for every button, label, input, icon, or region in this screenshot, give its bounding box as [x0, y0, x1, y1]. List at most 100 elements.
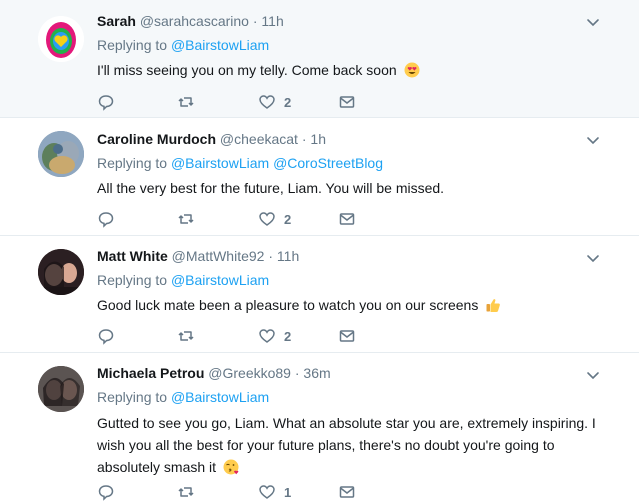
tweet-text: Good luck mate been a pleasure to watch … — [97, 295, 609, 315]
timestamp[interactable]: 1h — [310, 131, 326, 147]
reply-icon — [98, 485, 114, 501]
user-handle[interactable]: @MattWhite92 — [172, 248, 265, 264]
heart-icon — [259, 485, 275, 499]
mention-link[interactable]: @BairstowLiam — [171, 155, 269, 171]
reply-icon — [98, 212, 114, 228]
timestamp[interactable]: 11h — [261, 13, 283, 29]
display-name[interactable]: Sarah — [97, 13, 136, 29]
reply-icon — [98, 95, 114, 111]
mention-link[interactable]: @BairstowLiam — [171, 272, 269, 288]
separator-dot: · — [268, 248, 274, 264]
like-button[interactable]: 2 — [258, 209, 291, 229]
reply-feed: Sarah @sarahcascarino · 11h Replying to … — [0, 0, 639, 504]
mention-link[interactable]: @CoroStreetBlog — [273, 155, 383, 171]
replying-to: Replying to @BairstowLiam @CoroStreetBlo… — [97, 154, 609, 172]
reply-button[interactable] — [97, 482, 115, 502]
tweet[interactable]: Matt White @MattWhite92 · 11h Replying t… — [0, 236, 639, 353]
retweet-icon — [178, 487, 194, 497]
reply-button[interactable] — [97, 209, 115, 229]
mention-link[interactable]: @BairstowLiam — [171, 37, 269, 53]
mention-link[interactable]: @BairstowLiam — [171, 389, 269, 405]
avatar[interactable] — [38, 131, 84, 177]
display-name[interactable]: Caroline Murdoch — [97, 131, 216, 147]
separator-dot: · — [252, 13, 258, 29]
replying-to-label: Replying to — [97, 272, 168, 288]
timestamp[interactable]: 36m — [303, 365, 330, 381]
chevron-down-icon[interactable] — [585, 14, 601, 30]
message-button[interactable] — [338, 209, 356, 229]
replying-to-label: Replying to — [97, 389, 168, 405]
message-button[interactable] — [338, 326, 356, 346]
action-bar: 2 — [97, 92, 377, 112]
replying-to-label: Replying to — [97, 155, 168, 171]
replying-to-label: Replying to — [97, 37, 168, 53]
retweet-icon — [178, 331, 194, 341]
retweet-button[interactable] — [177, 482, 195, 502]
heart-eyes-emoji-icon — [404, 62, 420, 78]
tweet-text: I'll miss seeing you on my telly. Come b… — [97, 60, 609, 80]
like-button[interactable]: 2 — [258, 326, 291, 346]
retweet-button[interactable] — [177, 326, 195, 346]
display-name[interactable]: Michaela Petrou — [97, 365, 204, 381]
thumbs-up-emoji-icon — [486, 299, 501, 312]
replying-to: Replying to @BairstowLiam — [97, 388, 609, 406]
like-count: 1 — [284, 484, 292, 500]
retweet-icon — [178, 214, 194, 224]
like-count: 2 — [284, 211, 292, 227]
reply-button[interactable] — [97, 326, 115, 346]
envelope-icon — [339, 213, 355, 225]
user-photo-icon — [38, 131, 84, 177]
egg-avatar-icon — [38, 16, 84, 62]
tweet-header: Caroline Murdoch @cheekacat · 1h — [97, 130, 609, 148]
envelope-icon — [339, 96, 355, 108]
tweet-header: Sarah @sarahcascarino · 11h — [97, 12, 609, 30]
like-count: 2 — [284, 328, 292, 344]
user-handle[interactable]: @Greekko89 — [208, 365, 291, 381]
timestamp[interactable]: 11h — [277, 248, 299, 264]
retweet-button[interactable] — [177, 92, 195, 112]
user-handle[interactable]: @cheekacat — [220, 131, 298, 147]
tweet[interactable]: Caroline Murdoch @cheekacat · 1h Replyin… — [0, 118, 639, 236]
heart-icon — [259, 95, 275, 109]
retweet-icon — [178, 97, 194, 107]
chevron-down-icon[interactable] — [585, 367, 601, 383]
like-button[interactable]: 2 — [258, 92, 291, 112]
action-bar: 2 — [97, 326, 377, 346]
heart-icon — [259, 212, 275, 226]
face-blowing-kiss-emoji-icon — [223, 459, 239, 475]
replying-to: Replying to @BairstowLiam — [97, 271, 609, 289]
envelope-icon — [339, 330, 355, 342]
user-handle[interactable]: @sarahcascarino — [140, 13, 249, 29]
chevron-down-icon[interactable] — [585, 132, 601, 148]
avatar[interactable] — [38, 16, 84, 62]
tweet-text-body: All the very best for the future, Liam. … — [97, 180, 445, 196]
avatar[interactable] — [38, 249, 84, 295]
tweet-text-line: wish you all the best for your future pl… — [97, 437, 555, 453]
message-button[interactable] — [338, 92, 356, 112]
tweet-text-body: I'll miss seeing you on my telly. Come b… — [97, 62, 397, 78]
like-button[interactable]: 1 — [258, 482, 291, 502]
envelope-icon — [339, 486, 355, 498]
replying-to: Replying to @BairstowLiam — [97, 36, 609, 54]
heart-icon — [259, 329, 275, 343]
message-button[interactable] — [338, 482, 356, 502]
user-photo-icon — [38, 366, 84, 412]
tweet-text-line: absolutely smash it — [97, 459, 217, 475]
tweet[interactable]: Michaela Petrou @Greekko89 · 36m Replyin… — [0, 353, 639, 504]
avatar[interactable] — [38, 366, 84, 412]
action-bar: 1 — [97, 482, 377, 502]
tweet[interactable]: Sarah @sarahcascarino · 11h Replying to … — [0, 0, 639, 118]
chevron-down-icon[interactable] — [585, 250, 601, 266]
reply-icon — [98, 329, 114, 345]
separator-dot: · — [301, 131, 307, 147]
tweet-text: Gutted to see you go, Liam. What an abso… — [97, 412, 609, 478]
display-name[interactable]: Matt White — [97, 248, 168, 264]
user-photo-icon — [38, 249, 84, 295]
action-bar: 2 — [97, 209, 377, 229]
retweet-button[interactable] — [177, 209, 195, 229]
tweet-text-line: Gutted to see you go, Liam. What an abso… — [97, 415, 596, 431]
like-count: 2 — [284, 94, 292, 110]
reply-button[interactable] — [97, 92, 115, 112]
tweet-text: All the very best for the future, Liam. … — [97, 178, 609, 198]
tweet-header: Matt White @MattWhite92 · 11h — [97, 247, 609, 265]
